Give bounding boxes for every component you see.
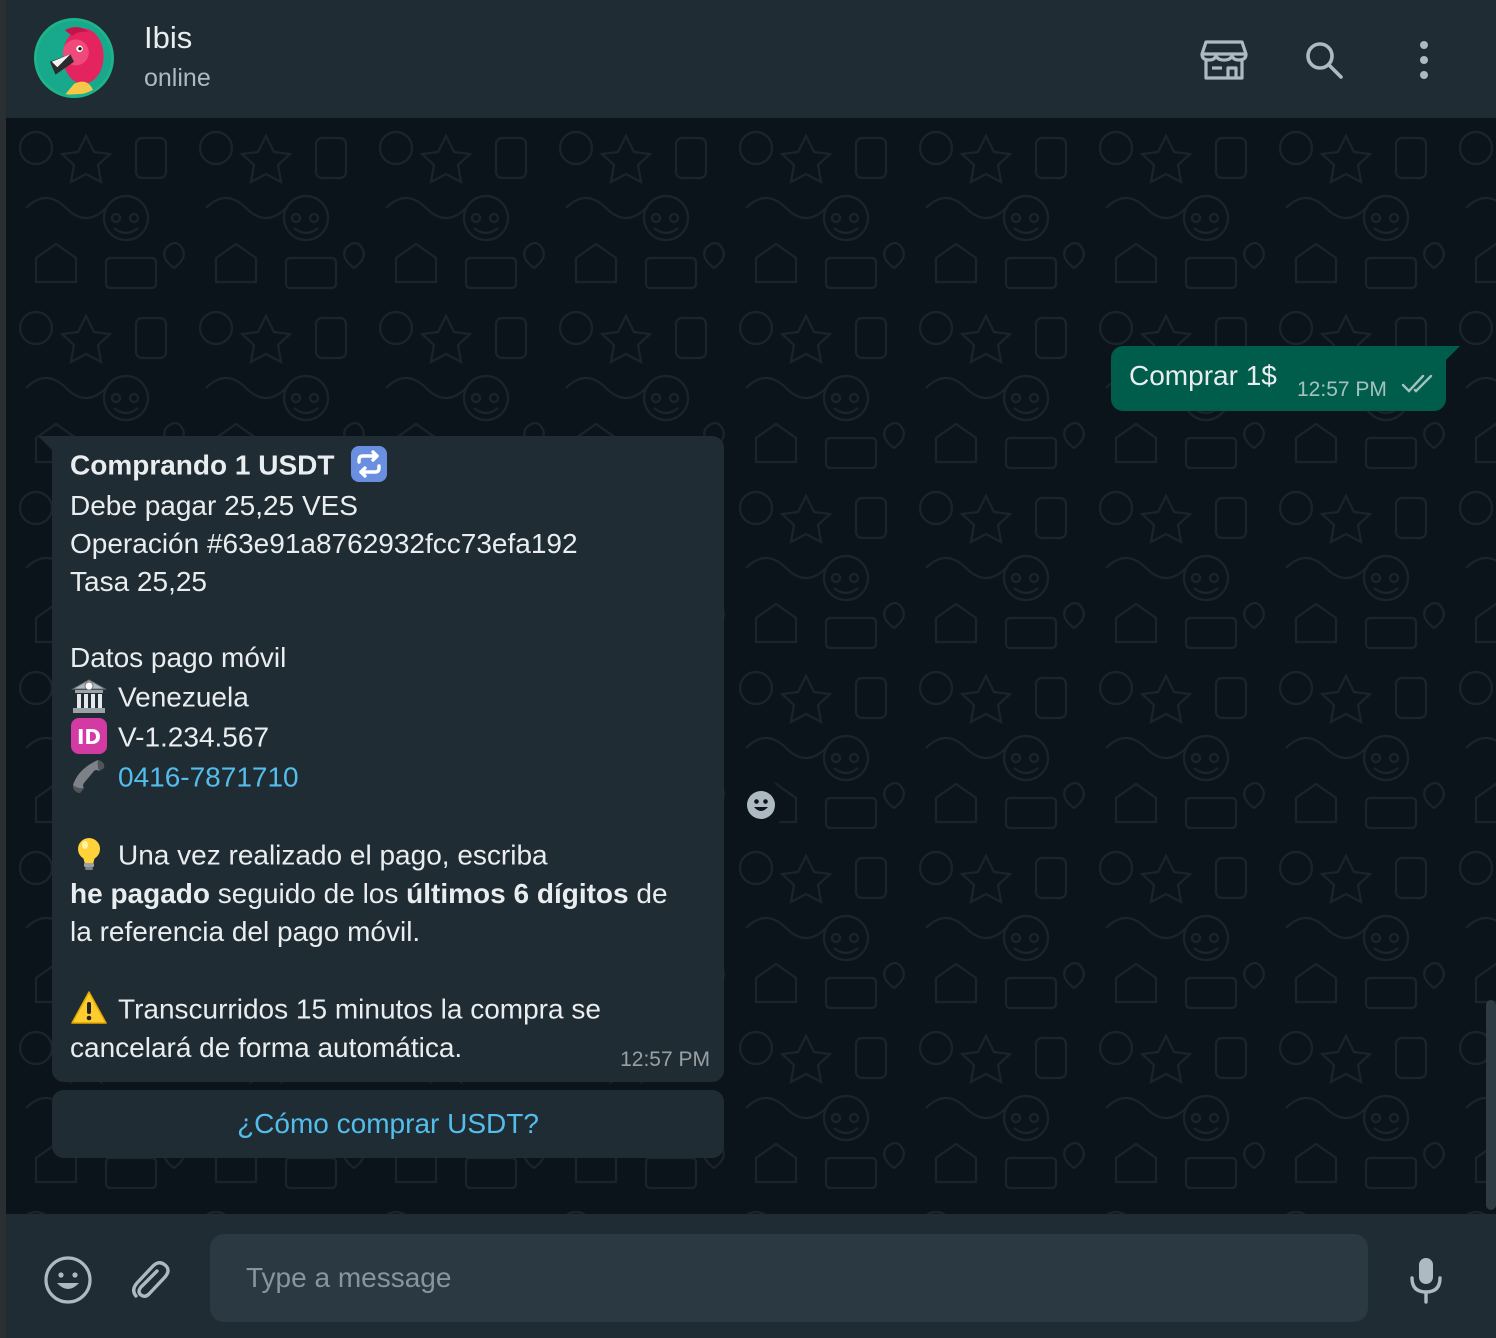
paperclip-icon[interactable]: [122, 1252, 178, 1308]
tip-line-3: la referencia del pago móvil.: [70, 916, 421, 947]
phone-link[interactable]: 0416-7871710: [118, 761, 299, 792]
warning-emoji-icon: [70, 989, 108, 1027]
store-icon[interactable]: [1198, 34, 1250, 86]
chat-area[interactable]: Comprar 1$ 12:57 PM Comprando 1 USDT Deb…: [6, 118, 1496, 1214]
tip-line-1: Una vez realizado el pago, escriba: [70, 838, 548, 876]
search-icon[interactable]: [1298, 34, 1350, 86]
incoming-message[interactable]: Comprando 1 USDT Debe pagar 25,25 VES Op…: [38, 436, 724, 1082]
telephone-receiver-emoji-icon: [70, 757, 108, 795]
more-vertical-icon[interactable]: [1398, 34, 1450, 86]
payment-section-title: Datos pago móvil: [70, 642, 287, 673]
svg-text:ID: ID: [77, 725, 101, 749]
microphone-icon[interactable]: [1398, 1252, 1454, 1308]
emoji-icon[interactable]: [40, 1252, 96, 1308]
message-input[interactable]: [210, 1234, 1368, 1322]
avatar[interactable]: [34, 18, 114, 98]
chat-header: Ibis online: [6, 0, 1496, 118]
operation-line: Operación #63e91a8762932fcc73efa192: [70, 528, 578, 559]
light-bulb-emoji-icon: [70, 835, 108, 873]
double-check-icon: [1401, 374, 1435, 399]
bank-line: Venezuela: [70, 677, 249, 718]
warning-line-2: cancelará de forma automática.: [70, 1032, 463, 1063]
contact-name[interactable]: Ibis: [144, 20, 192, 56]
composer-bar: [6, 1214, 1496, 1338]
bubble-tail: [1446, 346, 1460, 360]
incoming-message-time: 12:57 PM: [620, 1048, 710, 1071]
tip-bold-digits: últimos 6 dígitos: [406, 878, 629, 909]
id-line: ID V-1.234.567: [70, 717, 270, 758]
amount-line: Debe pagar 25,25 VES: [70, 490, 358, 521]
phone-line: 0416-7871710: [70, 760, 299, 798]
how-to-buy-usdt-button[interactable]: ¿Cómo comprar USDT?: [52, 1090, 724, 1158]
contact-status: online: [144, 64, 211, 92]
id-emoji-icon: ID: [70, 717, 108, 755]
warning-line-1: Transcurridos 15 minutos la compra se: [70, 989, 601, 1030]
bank-name: Venezuela: [118, 681, 249, 713]
message-title: Comprando 1 USDT: [70, 449, 335, 481]
warning-text-1: Transcurridos 15 minutos la compra se: [118, 993, 601, 1025]
id-number: V-1.234.567: [118, 721, 270, 753]
message-title-line: Comprando 1 USDT: [70, 445, 398, 486]
bubble-tail: [38, 436, 52, 450]
outgoing-message[interactable]: Comprar 1$ 12:57 PM: [1111, 346, 1460, 411]
tip-line-2: he pagado seguido de los últimos 6 dígit…: [70, 878, 668, 910]
outgoing-message-time: 12:57 PM: [1297, 378, 1387, 401]
tip-text-1: Una vez realizado el pago, escriba: [118, 839, 548, 871]
repeat-emoji-icon: [350, 445, 388, 483]
rate-line: Tasa 25,25: [70, 566, 207, 597]
tip-text-3: de: [628, 878, 668, 909]
bank-emoji-icon: [70, 677, 108, 715]
tip-text-2: seguido de los: [210, 878, 407, 909]
tip-bold-keyword: he pagado: [70, 878, 211, 909]
outgoing-message-text: Comprar 1$: [1129, 360, 1277, 391]
reaction-emoji-icon[interactable]: [736, 780, 786, 830]
chat-scrollbar[interactable]: [1486, 1000, 1496, 1210]
